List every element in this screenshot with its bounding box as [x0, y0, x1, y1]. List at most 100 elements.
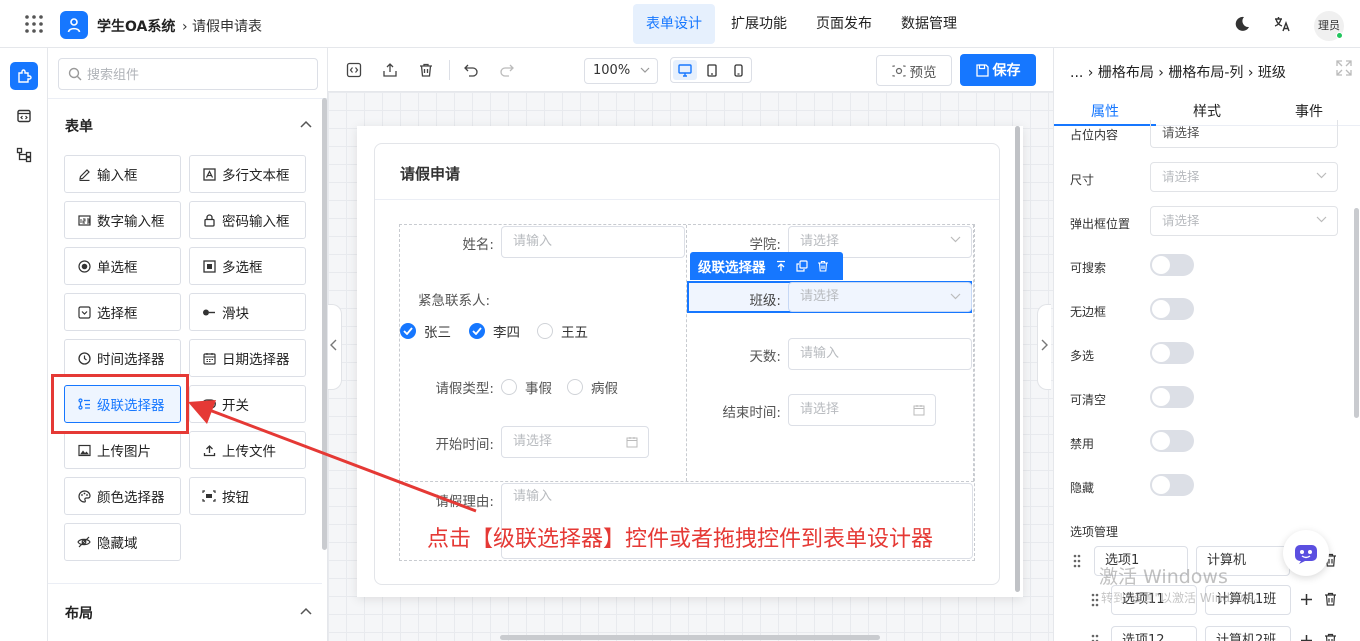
- comp-checkbox[interactable]: 多选框: [189, 247, 306, 285]
- move-up-icon[interactable]: [775, 260, 787, 272]
- component-search[interactable]: [58, 58, 318, 90]
- highlight-box: [51, 374, 189, 434]
- copy-icon[interactable]: [795, 260, 808, 272]
- leave-type-option-1[interactable]: 事假: [501, 377, 552, 397]
- checked-icon: [400, 323, 416, 339]
- days-input[interactable]: 请输入: [788, 338, 972, 370]
- collapse-right-handle[interactable]: [1037, 304, 1051, 390]
- grid-layout[interactable]: 姓名: 请输入 紧急联系人: 张三 李四 王五 请假类型: 事假 病假 开始时间…: [399, 224, 975, 561]
- form-section-title[interactable]: 表单: [65, 116, 93, 136]
- assistant-bot-button[interactable]: [1283, 530, 1329, 576]
- nav-publish[interactable]: 页面发布: [803, 4, 885, 44]
- comp-slider[interactable]: 滑块: [189, 293, 306, 331]
- expand-icon[interactable]: [1336, 60, 1352, 76]
- start-time-picker[interactable]: 请选择: [501, 426, 649, 458]
- search-input[interactable]: [87, 65, 307, 85]
- save-button[interactable]: 保存: [960, 54, 1036, 86]
- code-view-icon[interactable]: [346, 62, 362, 78]
- comp-radio[interactable]: 单选框: [64, 247, 181, 285]
- name-input[interactable]: 请输入: [501, 226, 685, 258]
- robot-icon: [1295, 545, 1317, 564]
- save-disk-icon: [975, 63, 989, 77]
- canvas-horizontal-scrollbar[interactable]: [500, 635, 880, 640]
- end-time-picker[interactable]: 请选择: [788, 394, 936, 426]
- device-mobile[interactable]: [726, 60, 750, 80]
- contact-option-1[interactable]: 张三: [400, 321, 451, 341]
- drag-handle-icon[interactable]: [1073, 554, 1081, 568]
- device-tablet[interactable]: [700, 60, 724, 80]
- translate-icon[interactable]: [1273, 15, 1291, 33]
- rail-tree-button[interactable]: [10, 141, 38, 169]
- clearable-toggle[interactable]: [1150, 386, 1194, 408]
- delete-icon[interactable]: [817, 260, 829, 272]
- disabled-toggle[interactable]: [1150, 430, 1194, 452]
- nav-data-manage[interactable]: 数据管理: [888, 4, 970, 44]
- comp-upload-image[interactable]: 上传图片: [64, 431, 181, 469]
- comp-input[interactable]: 输入框: [64, 155, 181, 193]
- export-icon[interactable]: [382, 62, 398, 78]
- trash-icon[interactable]: [418, 62, 434, 78]
- size-select[interactable]: 请选择: [1150, 162, 1338, 192]
- trash-icon[interactable]: [1324, 633, 1337, 641]
- comp-color-picker[interactable]: 颜色选择器: [64, 477, 181, 515]
- chevron-down-icon: [950, 293, 961, 300]
- leave-type-option-2[interactable]: 病假: [567, 377, 618, 397]
- collapse-left-handle[interactable]: [328, 304, 342, 390]
- option-key-input[interactable]: 选项12: [1111, 626, 1197, 641]
- drag-handle-icon[interactable]: [1091, 593, 1099, 607]
- add-icon[interactable]: [1300, 593, 1313, 606]
- comp-date-picker[interactable]: 日期选择器: [189, 339, 306, 377]
- comp-hidden-field[interactable]: 隐藏域: [64, 523, 181, 561]
- divider: [48, 98, 327, 99]
- disabled-label: 禁用: [1070, 437, 1095, 451]
- apps-grid-icon[interactable]: [24, 14, 44, 34]
- nav-extensions[interactable]: 扩展功能: [718, 4, 800, 44]
- undo-icon[interactable]: [463, 62, 479, 78]
- puzzle-icon: [18, 69, 32, 83]
- comp-select[interactable]: 选择框: [64, 293, 181, 331]
- option-value-input[interactable]: 计算机2班: [1205, 626, 1291, 641]
- select-icon: [77, 305, 91, 319]
- instruction-annotation: 点击【级联选择器】控件或者拖拽控件到表单设计器: [427, 527, 934, 552]
- class-cascader[interactable]: 请选择: [788, 282, 972, 312]
- preview-button[interactable]: 预览: [876, 55, 952, 86]
- placeholder-input[interactable]: 请选择: [1150, 120, 1338, 148]
- tab-events[interactable]: 事件: [1295, 101, 1323, 121]
- calendar-icon: [626, 437, 638, 448]
- tab-properties[interactable]: 属性: [1091, 101, 1119, 121]
- trash-icon[interactable]: [1324, 592, 1337, 606]
- chevron-up-icon[interactable]: [300, 607, 312, 615]
- popup-position-select[interactable]: 请选择: [1150, 206, 1338, 236]
- sheet-scrollbar[interactable]: [1015, 126, 1020, 592]
- nav-form-design[interactable]: 表单设计: [633, 4, 715, 44]
- component-breadcrumb[interactable]: ... › 栅格布局 › 栅格布局-列 › 班级: [1070, 62, 1286, 82]
- comp-password-input[interactable]: 密码输入框: [189, 201, 306, 239]
- contact-option-3[interactable]: 王五: [537, 321, 588, 341]
- comp-textarea[interactable]: 多行文本框: [189, 155, 306, 193]
- selected-class-field[interactable]: 班级: 请选择: [687, 281, 972, 313]
- drag-handle-icon[interactable]: [1091, 634, 1099, 641]
- placeholder-label: 占位内容: [1070, 128, 1119, 142]
- properties-scrollbar[interactable]: [1354, 208, 1359, 418]
- tab-styles[interactable]: 样式: [1193, 101, 1221, 121]
- rail-components-button[interactable]: [10, 62, 38, 90]
- borderless-toggle[interactable]: [1150, 298, 1194, 320]
- redo-icon[interactable]: [499, 62, 515, 78]
- layout-section-title[interactable]: 布局: [65, 603, 93, 623]
- hidden-toggle[interactable]: [1150, 474, 1194, 496]
- comp-number-input[interactable]: 数字输入框: [64, 201, 181, 239]
- multiple-toggle[interactable]: [1150, 342, 1194, 364]
- comp-time-picker[interactable]: 时间选择器: [64, 339, 181, 377]
- rail-code-button[interactable]: [10, 102, 38, 130]
- add-icon[interactable]: [1300, 634, 1313, 641]
- device-desktop[interactable]: [673, 60, 697, 80]
- dark-mode-moon-icon[interactable]: [1233, 15, 1251, 33]
- calendar-icon: [202, 351, 216, 365]
- page-breadcrumb[interactable]: › 请假申请表: [182, 16, 262, 36]
- contact-option-2[interactable]: 李四: [469, 321, 520, 341]
- chevron-up-icon[interactable]: [300, 120, 312, 128]
- borderless-label: 无边框: [1070, 305, 1107, 319]
- searchable-toggle[interactable]: [1150, 254, 1194, 276]
- zoom-select[interactable]: 100%: [584, 58, 658, 84]
- unchecked-icon: [537, 323, 553, 339]
